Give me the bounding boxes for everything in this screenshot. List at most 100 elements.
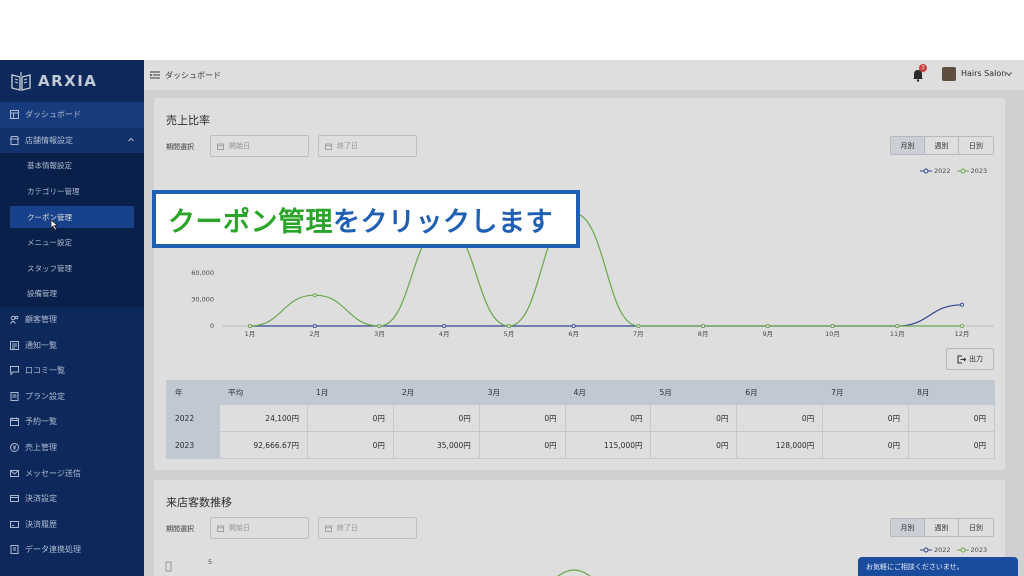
submenu-item-basic-info[interactable]: 基本情報設定 xyxy=(0,153,144,179)
table-cell: 0円 xyxy=(908,431,995,459)
range-toggle: 月別 週別 日別 xyxy=(890,136,994,155)
chart-legend: 2022 2023 xyxy=(920,167,987,175)
brand: ARXIA xyxy=(0,60,144,102)
sidebar-item-reservations[interactable]: 予約一覧 xyxy=(0,409,144,435)
x-tick-label: 5月 xyxy=(504,330,515,338)
screen: ARXIA ダッシュボード 店舗情報設定 基本情報設定 カテゴリー管理 クーポン… xyxy=(0,0,1024,576)
sidebar-item-label: 売上管理 xyxy=(25,443,57,453)
end-date-input[interactable]: 終了日 xyxy=(318,517,417,539)
legend-item-2022[interactable]: 2022 xyxy=(920,546,951,554)
start-date-input[interactable]: 開始日 xyxy=(210,517,309,539)
x-tick-label: 9月 xyxy=(762,330,773,338)
sidebar-item-dashboard[interactable]: ダッシュボード xyxy=(0,102,144,128)
legend-label: 2023 xyxy=(970,167,988,175)
column-header: 7月 xyxy=(822,380,910,405)
yen-icon xyxy=(10,443,19,453)
sync-icon xyxy=(10,545,19,555)
data-point-2022 xyxy=(960,302,965,307)
table-cell: 0円 xyxy=(650,431,738,459)
chat-widget[interactable]: お気軽にご相談くださいませ。 xyxy=(858,557,1018,576)
legend-item-2022[interactable]: 2022 xyxy=(920,167,951,175)
sidebar-item-label: 決済履歴 xyxy=(25,519,57,529)
sidebar-item-notifications[interactable]: 通知一覧 xyxy=(0,332,144,358)
card-icon xyxy=(10,495,19,503)
data-point-2023 xyxy=(830,323,835,328)
x-tick-label: 6月 xyxy=(568,330,579,338)
sidebar-item-payment-settings[interactable]: 決済設定 xyxy=(0,486,144,512)
calendar-icon xyxy=(10,417,19,427)
y-tick-label: 0 xyxy=(210,322,214,330)
submenu-item-staff[interactable]: スタッフ管理 xyxy=(0,256,144,282)
legend-label: 2022 xyxy=(934,167,951,175)
submenu-item-menu[interactable]: メニュー設定 xyxy=(0,230,144,256)
data-point-2023 xyxy=(701,323,706,328)
legend-marker-2023 xyxy=(956,547,969,553)
data-point-2023 xyxy=(312,293,317,298)
table-cell: 35,000円 xyxy=(392,431,480,459)
sidebar-item-label: メッセージ送信 xyxy=(25,468,81,478)
submenu-item-equipment[interactable]: 設備管理 xyxy=(0,281,144,307)
calendar-icon xyxy=(325,143,332,150)
range-toggle: 月別 週別 日別 xyxy=(890,518,994,537)
column-header: 5月 xyxy=(650,380,738,405)
submenu-item-category[interactable]: カテゴリー管理 xyxy=(0,179,144,205)
sidebar-item-label: 決済設定 xyxy=(25,494,57,504)
column-header: 4月 xyxy=(564,380,652,405)
calendar-icon xyxy=(325,525,332,532)
legend-label: 2022 xyxy=(934,546,951,554)
range-daily-button[interactable]: 日別 xyxy=(959,137,993,154)
sidebar-item-data-sync[interactable]: データ連携処理 xyxy=(0,537,144,563)
avatar[interactable] xyxy=(942,67,956,81)
data-point-2022 xyxy=(442,323,447,328)
callout-highlight: クーポン管理 xyxy=(168,206,333,238)
submenu-item-coupon[interactable]: クーポン管理 xyxy=(10,206,134,228)
account-name[interactable]: Hairs Salon xyxy=(961,69,1006,78)
legend-label: 2023 xyxy=(970,546,988,554)
callout-rest: をクリックします xyxy=(333,206,553,238)
export-button[interactable]: 出力 xyxy=(946,348,994,370)
table-cell: 24,100円 xyxy=(219,404,309,432)
range-weekly-button[interactable]: 週別 xyxy=(925,137,959,154)
legend-item-2023[interactable]: 2023 xyxy=(956,167,988,175)
card-title: 売上比率 xyxy=(166,114,210,127)
legend-item-2023[interactable]: 2023 xyxy=(956,546,988,554)
sidebar-item-store-settings[interactable]: 店舗情報設定 xyxy=(0,127,144,154)
sidebar-item-plans[interactable]: プラン設定 xyxy=(0,384,144,410)
range-monthly-button[interactable]: 月別 xyxy=(891,519,925,536)
column-header: 6月 xyxy=(736,380,824,405)
start-date-input[interactable]: 開始日 xyxy=(210,135,309,157)
sidebar-item-payment-history[interactable]: 決済履歴 xyxy=(0,512,144,538)
range-monthly-button[interactable]: 月別 xyxy=(891,137,925,154)
sidebar-item-label: プラン設定 xyxy=(25,391,65,401)
sidebar-item-customers[interactable]: 顧客管理 xyxy=(0,307,144,333)
top-bar: ダッシュボード 3 Hairs Salon xyxy=(144,60,1024,90)
table-cell: 0円 xyxy=(478,404,566,432)
series-line-2023 xyxy=(557,569,591,576)
menu-toggle-icon[interactable] xyxy=(150,70,160,80)
table-cell: 0円 xyxy=(822,431,910,459)
range-weekly-button[interactable]: 週別 xyxy=(925,519,959,536)
data-point-2023 xyxy=(506,323,511,328)
sidebar-item-sales[interactable]: 売上管理 xyxy=(0,435,144,461)
sidebar-item-messages[interactable]: メッセージ送信 xyxy=(0,460,144,486)
brand-name: ARXIA xyxy=(38,72,98,90)
table-cell: 0円 xyxy=(822,404,910,432)
end-date-input[interactable]: 終了日 xyxy=(318,135,417,157)
sidebar-item-label: 店舗情報設定 xyxy=(25,135,73,145)
tutorial-callout: クーポン管理 をクリックします xyxy=(152,190,580,248)
callout-text: クーポン管理 をクリックします xyxy=(156,194,576,244)
legend-marker-2023 xyxy=(956,168,969,174)
start-date-placeholder: 開始日 xyxy=(229,142,250,150)
sidebar-item-label: 予約一覧 xyxy=(25,417,57,427)
x-tick-label: 11月 xyxy=(890,330,905,338)
series-line-2022 xyxy=(249,304,963,327)
sidebar-item-label: 口コミ一覧 xyxy=(25,366,65,376)
chevron-down-icon[interactable] xyxy=(1006,71,1012,77)
dashboard-icon xyxy=(10,110,19,120)
range-daily-button[interactable]: 日別 xyxy=(959,519,993,536)
sidebar-item-reviews[interactable]: 口コミ一覧 xyxy=(0,358,144,384)
x-tick-label: 7月 xyxy=(633,330,644,338)
data-point-2023 xyxy=(377,323,382,328)
chart-legend: 2022 2023 xyxy=(920,546,987,554)
data-point-2023 xyxy=(248,323,253,328)
